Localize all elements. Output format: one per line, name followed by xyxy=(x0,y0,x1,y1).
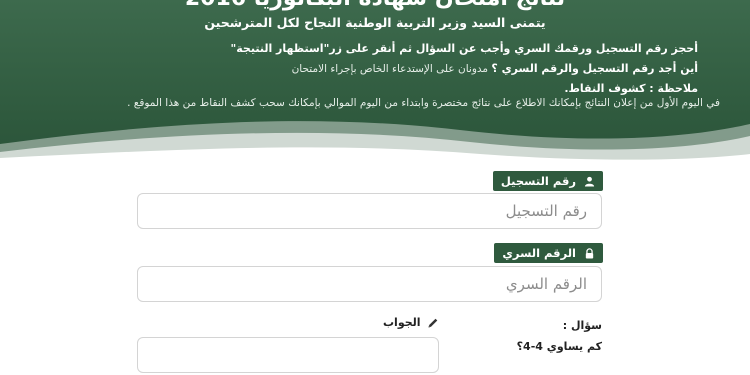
instruction-line-1: أحجز رقم التسجيل ورقمك السري وأجب عن الس… xyxy=(230,42,698,55)
lock-icon xyxy=(584,247,595,259)
user-icon xyxy=(584,176,595,187)
page-title: نتائج امتحان شهادة البكالوريا 2016 xyxy=(0,0,750,11)
answer-label: الجواب xyxy=(383,316,439,329)
answer-input[interactable] xyxy=(137,337,439,373)
secret-number-input[interactable] xyxy=(137,266,602,302)
decorative-waves xyxy=(0,121,750,165)
secret-label: الرقم السري xyxy=(494,243,603,263)
instruction-line-2-bold: أين أجد رقم التسجيل والرقم السري ؟ xyxy=(491,62,698,75)
question-label: سؤال : xyxy=(562,319,602,332)
registration-label-text: رقم التسجيل xyxy=(500,174,576,188)
secret-label-text: الرقم السري xyxy=(502,246,576,260)
registration-number-input[interactable] xyxy=(137,193,602,229)
instruction-line-2-rest: مدونان على الإستدعاء الخاص بإجراء الامتح… xyxy=(291,63,492,75)
registration-label: رقم التسجيل xyxy=(492,171,603,191)
page-subtitle: يتمنى السيد وزير التربية الوطنية النجاح … xyxy=(204,15,546,30)
answer-label-text: الجواب xyxy=(383,316,421,329)
header-banner: نتائج امتحان شهادة البكالوريا 2016 يتمنى… xyxy=(0,0,750,165)
note-title: ملاحظة : كشوف النقاط. xyxy=(564,82,698,95)
instruction-line-2: أين أجد رقم التسجيل والرقم السري ؟ مدونا… xyxy=(292,57,698,76)
question-text: كم يساوي 4-4؟ xyxy=(516,340,602,353)
pencil-icon xyxy=(427,317,439,329)
